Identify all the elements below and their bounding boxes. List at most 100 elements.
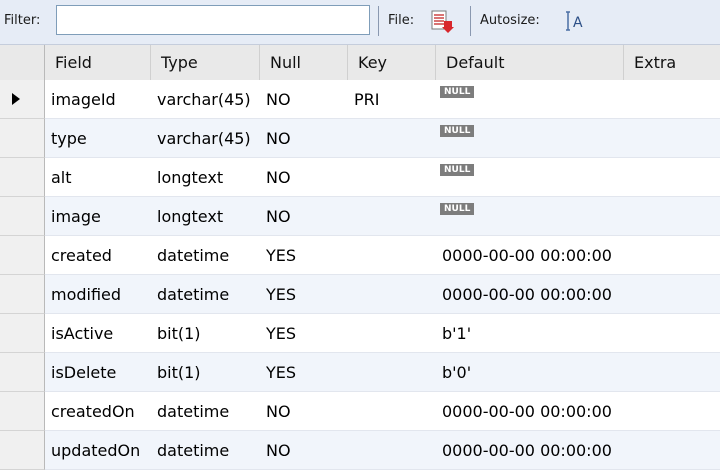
column-header-type[interactable]: Type <box>151 45 260 80</box>
row-selector[interactable] <box>0 275 45 314</box>
cell-key[interactable] <box>348 314 436 353</box>
toolbar-separator <box>378 6 379 36</box>
null-badge: NULL <box>440 86 475 98</box>
cell-key[interactable] <box>348 236 436 275</box>
cell-null[interactable]: NO <box>260 158 348 197</box>
table-row[interactable]: createdOn datetime NO 0000-00-00 00:00:00 <box>0 392 720 431</box>
cell-extra[interactable] <box>624 236 720 275</box>
table-row[interactable]: imageId varchar(45) NO PRI NULL <box>0 80 720 119</box>
cell-type[interactable]: longtext <box>151 197 260 236</box>
cell-type[interactable]: varchar(45) <box>151 119 260 158</box>
row-selector[interactable] <box>0 80 45 119</box>
toolbar: Filter: File: Autosize: A <box>0 0 720 45</box>
column-header-default[interactable]: Default <box>436 45 624 80</box>
column-header-null[interactable]: Null <box>260 45 348 80</box>
toolbar-separator <box>470 6 471 36</box>
row-selector[interactable] <box>0 119 45 158</box>
cell-type[interactable]: varchar(45) <box>151 80 260 119</box>
cell-default[interactable]: 0000-00-00 00:00:00 <box>436 275 624 314</box>
autosize-icon[interactable]: A <box>565 8 589 34</box>
cell-default[interactable]: NULL <box>436 119 624 158</box>
cell-default[interactable]: b'0' <box>436 353 624 392</box>
cell-field[interactable]: created <box>45 236 151 275</box>
cell-field[interactable]: alt <box>45 158 151 197</box>
cell-key[interactable] <box>348 197 436 236</box>
cell-type[interactable]: bit(1) <box>151 353 260 392</box>
cell-key[interactable] <box>348 353 436 392</box>
cell-field[interactable]: imageId <box>45 80 151 119</box>
cell-null[interactable]: YES <box>260 275 348 314</box>
cell-null[interactable]: NO <box>260 119 348 158</box>
cell-key[interactable]: PRI <box>348 80 436 119</box>
table-row[interactable]: image longtext NO NULL <box>0 197 720 236</box>
cell-null[interactable]: YES <box>260 236 348 275</box>
cell-null[interactable]: YES <box>260 353 348 392</box>
cell-type[interactable]: bit(1) <box>151 314 260 353</box>
column-header-key[interactable]: Key <box>348 45 436 80</box>
table-row[interactable]: isActive bit(1) YES b'1' <box>0 314 720 353</box>
table-row[interactable]: created datetime YES 0000-00-00 00:00:00 <box>0 236 720 275</box>
cell-default[interactable]: NULL <box>436 158 624 197</box>
cell-extra[interactable] <box>624 275 720 314</box>
cell-null[interactable]: NO <box>260 392 348 431</box>
cell-default[interactable]: 0000-00-00 00:00:00 <box>436 236 624 275</box>
cell-field[interactable]: createdOn <box>45 392 151 431</box>
row-selector[interactable] <box>0 431 45 470</box>
cell-extra[interactable] <box>624 80 720 119</box>
cell-extra[interactable] <box>624 158 720 197</box>
cell-type[interactable]: datetime <box>151 431 260 470</box>
row-selector[interactable] <box>0 353 45 392</box>
cell-default[interactable]: b'1' <box>436 314 624 353</box>
cell-null[interactable]: NO <box>260 431 348 470</box>
cell-key[interactable] <box>348 431 436 470</box>
column-header-field[interactable]: Field <box>45 45 151 80</box>
row-selector[interactable] <box>0 314 45 353</box>
file-export-icon[interactable] <box>430 8 454 34</box>
cell-key[interactable] <box>348 119 436 158</box>
null-badge: NULL <box>440 164 475 176</box>
table-row[interactable]: alt longtext NO NULL <box>0 158 720 197</box>
cell-type[interactable]: datetime <box>151 275 260 314</box>
cell-field[interactable]: type <box>45 119 151 158</box>
cell-extra[interactable] <box>624 314 720 353</box>
row-selector[interactable] <box>0 158 45 197</box>
cell-null[interactable]: NO <box>260 197 348 236</box>
cell-type[interactable]: datetime <box>151 236 260 275</box>
column-header-extra[interactable]: Extra <box>624 45 720 80</box>
cell-null[interactable]: NO <box>260 80 348 119</box>
structure-grid: Field Type Null Key Default Extra imageI… <box>0 45 720 470</box>
cell-extra[interactable] <box>624 197 720 236</box>
cell-field[interactable]: isDelete <box>45 353 151 392</box>
cell-extra[interactable] <box>624 119 720 158</box>
cell-default[interactable]: NULL <box>436 80 624 119</box>
null-badge: NULL <box>440 125 475 137</box>
cell-null[interactable]: YES <box>260 314 348 353</box>
row-selector[interactable] <box>0 197 45 236</box>
cell-extra[interactable] <box>624 431 720 470</box>
cell-field[interactable]: updatedOn <box>45 431 151 470</box>
cell-extra[interactable] <box>624 353 720 392</box>
grid-header: Field Type Null Key Default Extra <box>0 45 720 81</box>
svg-text:A: A <box>573 15 583 31</box>
cell-default[interactable]: 0000-00-00 00:00:00 <box>436 392 624 431</box>
cell-type[interactable]: datetime <box>151 392 260 431</box>
cell-field[interactable]: image <box>45 197 151 236</box>
table-row[interactable]: modified datetime YES 0000-00-00 00:00:00 <box>0 275 720 314</box>
cell-key[interactable] <box>348 275 436 314</box>
cell-default[interactable]: 0000-00-00 00:00:00 <box>436 431 624 470</box>
row-selector[interactable] <box>0 236 45 275</box>
filter-input[interactable] <box>56 5 370 35</box>
cell-type[interactable]: longtext <box>151 158 260 197</box>
table-row[interactable]: updatedOn datetime NO 0000-00-00 00:00:00 <box>0 431 720 470</box>
null-badge: NULL <box>440 203 475 215</box>
autosize-label: Autosize: <box>480 13 540 28</box>
cell-key[interactable] <box>348 158 436 197</box>
cell-key[interactable] <box>348 392 436 431</box>
cell-field[interactable]: isActive <box>45 314 151 353</box>
cell-extra[interactable] <box>624 392 720 431</box>
cell-field[interactable]: modified <box>45 275 151 314</box>
table-row[interactable]: type varchar(45) NO NULL <box>0 119 720 158</box>
row-selector[interactable] <box>0 392 45 431</box>
cell-default[interactable]: NULL <box>436 197 624 236</box>
table-row[interactable]: isDelete bit(1) YES b'0' <box>0 353 720 392</box>
